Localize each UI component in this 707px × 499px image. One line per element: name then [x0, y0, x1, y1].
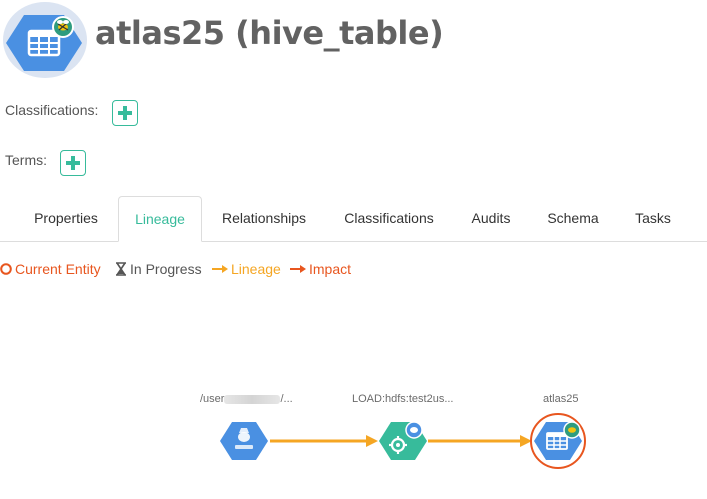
- tab-classifications[interactable]: Classifications: [330, 196, 448, 242]
- plus-icon: [118, 106, 132, 120]
- terms-label: Terms:: [5, 152, 47, 168]
- tab-properties[interactable]: Properties: [20, 196, 112, 242]
- page-title: atlas25 (hive_table): [95, 14, 444, 52]
- legend-current-entity: Current Entity: [0, 261, 101, 277]
- legend-current-entity-label: Current Entity: [15, 261, 101, 277]
- legend-lineage-label: Lineage: [231, 261, 281, 277]
- hive-bee-icon: [52, 16, 74, 38]
- entity-avatar: [3, 2, 87, 78]
- entity-tabs: Properties Lineage Relationships Classif…: [0, 196, 707, 242]
- legend-impact-label: Impact: [309, 261, 352, 277]
- lineage-node-hdfs-path[interactable]: [220, 422, 268, 460]
- arrow-right-icon: [212, 265, 228, 273]
- add-term-button[interactable]: [60, 150, 86, 176]
- lineage-graph: [220, 413, 586, 469]
- tab-schema[interactable]: Schema: [536, 196, 610, 242]
- classifications-label: Classifications:: [5, 102, 99, 118]
- arrow-right-icon: [290, 265, 306, 273]
- hive-bee-icon: [563, 421, 581, 439]
- hive-table-icon: [6, 15, 82, 71]
- legend-lineage: Lineage: [212, 261, 281, 277]
- legend-impact: Impact: [290, 261, 351, 277]
- lineage-edge: [270, 435, 378, 447]
- lineage-node-atlas25[interactable]: [530, 413, 586, 469]
- legend-in-progress-label: In Progress: [130, 261, 202, 277]
- tab-audits[interactable]: Audits: [458, 196, 524, 242]
- hdfs-badge-icon: [405, 421, 423, 439]
- add-classification-button[interactable]: [112, 100, 138, 126]
- tab-tasks[interactable]: Tasks: [622, 196, 684, 242]
- circle-icon: [0, 263, 12, 275]
- legend-in-progress: In Progress: [115, 261, 202, 277]
- plus-icon: [66, 156, 80, 170]
- tab-relationships[interactable]: Relationships: [208, 196, 320, 242]
- hourglass-icon: [116, 262, 126, 276]
- tab-lineage[interactable]: Lineage: [118, 196, 202, 242]
- lineage-node-process[interactable]: [379, 421, 427, 460]
- lineage-edge: [428, 435, 532, 447]
